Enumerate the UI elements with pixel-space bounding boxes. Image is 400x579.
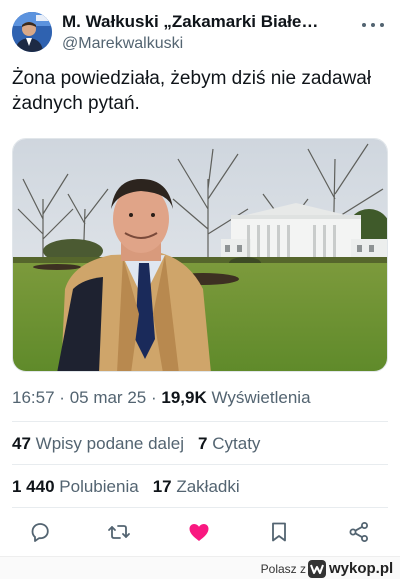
likes-label: Polubienia	[59, 477, 139, 496]
author-handle[interactable]: @Marekwalkuski	[62, 33, 362, 55]
reposts-count: 47	[12, 434, 31, 453]
views-label: Wyświetlenia	[211, 388, 311, 407]
action-bar	[0, 516, 400, 548]
author-avatar[interactable]	[12, 12, 52, 52]
tweet-meta: 16:57 · 05 mar 25 · 19,9K Wyświetlenia	[12, 388, 311, 408]
tweet-text: Żona powiedziała, żebym dziś nie zadawał…	[12, 68, 372, 114]
quotes-stat[interactable]: 7 Cytaty	[198, 434, 260, 453]
likes-count: 1 440	[12, 477, 55, 496]
like-icon[interactable]	[187, 520, 211, 544]
divider	[12, 421, 388, 422]
footer-label: Polasz z	[260, 562, 306, 576]
avatar-photo-icon	[12, 12, 52, 52]
bookmarks-label: Zakładki	[176, 477, 240, 496]
reply-icon[interactable]	[28, 520, 52, 544]
quotes-count: 7	[198, 434, 208, 453]
wykop-logo[interactable]: wykop.pl	[308, 560, 396, 578]
reposts-stat[interactable]: 47 Wpisy podane dalej	[12, 434, 184, 453]
bookmarks-count: 17	[152, 477, 172, 496]
share-icon[interactable]	[347, 520, 371, 544]
tweet-photo[interactable]	[12, 138, 388, 372]
meta-separator: ·	[59, 388, 65, 407]
repost-icon[interactable]	[107, 520, 131, 544]
divider	[12, 507, 388, 508]
like-stats: 1 440 Polubienia 17 Zakładki	[12, 477, 240, 497]
wykop-brand: wykop.pl	[329, 560, 394, 577]
tweet-date[interactable]: 05 mar 25	[70, 388, 147, 407]
footer-bar: Polasz z wykop.pl	[0, 556, 400, 579]
bookmarks-stat[interactable]: 17 Zakładki	[153, 477, 240, 496]
bookmark-icon[interactable]	[267, 520, 291, 544]
tweet-time[interactable]: 16:57	[12, 388, 55, 407]
wykop-logo-icon	[308, 560, 326, 578]
photo-white-house-icon	[13, 139, 387, 371]
repost-stats: 47 Wpisy podane dalej 7 Cytaty	[12, 434, 260, 454]
divider	[12, 464, 388, 465]
reposts-label: Wpisy podane dalej	[35, 434, 185, 453]
quotes-label: Cytaty	[212, 434, 261, 453]
likes-stat[interactable]: 1 440 Polubienia	[12, 477, 139, 496]
meta-separator: ·	[150, 388, 157, 407]
views-count: 19,9K	[161, 388, 207, 407]
tweet-header: M. Wałkuski „Zakamarki Białe… @Marekwalk…	[12, 12, 388, 56]
more-options-icon[interactable]	[360, 14, 386, 36]
author-display-name[interactable]: M. Wałkuski „Zakamarki Białe…	[62, 12, 358, 32]
